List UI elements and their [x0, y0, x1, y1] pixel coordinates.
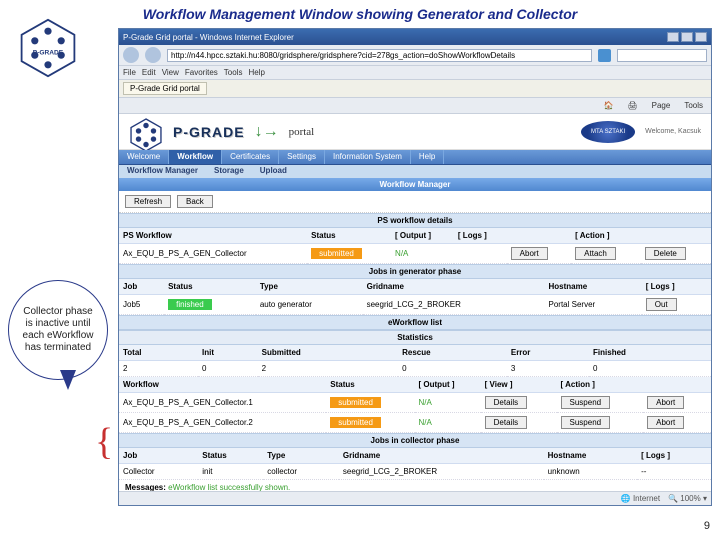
portal-tabs: Welcome Workflow Certificates Settings I…: [119, 150, 711, 165]
ps-workflow-table: PS WorkflowStatus[ Output ][ Logs ][ Act…: [119, 228, 711, 264]
tab-welcome[interactable]: Welcome: [119, 150, 169, 164]
abort-button[interactable]: Abort: [511, 247, 548, 260]
abort-button[interactable]: Abort: [647, 416, 684, 429]
brand-text: P-GRADE: [173, 124, 245, 140]
menu-favorites[interactable]: Favorites: [185, 68, 218, 77]
col-phase-header: Jobs in collector phase: [119, 433, 711, 448]
browser-tabbar: P-Grade Grid portal: [119, 80, 711, 98]
welcome-text: Welcome, Kacsuk: [645, 128, 701, 135]
back-nav-icon[interactable]: [123, 47, 139, 63]
page-number: 9: [704, 520, 710, 532]
slide-title: Workflow Management Window showing Gener…: [0, 0, 720, 26]
details-button[interactable]: Details: [485, 396, 527, 409]
status-badge: finished: [168, 299, 212, 310]
browser-toolbar: 🏠 🖨 Page Tools: [119, 98, 711, 114]
table-row: Ax_EQU_B_PS_A_GEN_Collector submitted N/…: [119, 244, 711, 264]
gen-phase-header: Jobs in generator phase: [119, 264, 711, 279]
messages-row: Messages: eWorkflow list successfully sh…: [119, 480, 711, 491]
menu-file[interactable]: File: [123, 68, 136, 77]
stats-header: Statistics: [119, 330, 711, 345]
generator-table: JobStatusTypeGridnameHostname[ Logs ] Jo…: [119, 279, 711, 315]
search-box[interactable]: [617, 49, 707, 62]
ps-details-header: PS workflow details: [119, 213, 711, 228]
menu-edit[interactable]: Edit: [142, 68, 156, 77]
portal-header: P-GRADE ↓→ portal MTA SZTAKI Welcome, Ka…: [119, 114, 711, 150]
menu-view[interactable]: View: [162, 68, 179, 77]
print-icon[interactable]: 🖨: [623, 100, 641, 111]
forward-nav-icon[interactable]: [145, 47, 161, 63]
menu-bar: File Edit View Favorites Tools Help: [119, 66, 711, 80]
menu-help[interactable]: Help: [248, 68, 264, 77]
tab-workflow[interactable]: Workflow: [169, 150, 222, 164]
go-button[interactable]: [598, 49, 611, 62]
suspend-button[interactable]: Suspend: [561, 396, 611, 409]
table-row: 202030: [119, 361, 711, 377]
tab-help[interactable]: Help: [411, 150, 444, 164]
delete-button[interactable]: Delete: [645, 247, 686, 260]
out-button[interactable]: Out: [646, 298, 677, 311]
tool-tools[interactable]: Tools: [680, 100, 707, 111]
annotation-bubble: Collector phase is inactive until each e…: [8, 280, 108, 380]
details-button[interactable]: Details: [485, 416, 527, 429]
refresh-button[interactable]: Refresh: [125, 195, 171, 208]
svg-text:P-GRADE: P-GRADE: [33, 50, 64, 57]
collector-table: JobStatusTypeGridnameHostname[ Logs ] Co…: [119, 448, 711, 480]
table-row: Ax_EQU_B_PS_A_GEN_Collector.2 submitted …: [119, 413, 711, 433]
minimize-button[interactable]: [667, 32, 679, 42]
annotation-brace: {: [95, 420, 113, 464]
window-title: P-Grade Grid portal - Windows Internet E…: [123, 33, 294, 42]
subtab-storage[interactable]: Storage: [206, 165, 252, 178]
browser-statusbar: 🌐 Internet 🔍 100% ▾: [119, 491, 711, 505]
subtab-upload[interactable]: Upload: [252, 165, 295, 178]
menu-tools[interactable]: Tools: [224, 68, 243, 77]
zone-label: 🌐 Internet: [621, 494, 660, 503]
home-icon[interactable]: 🏠: [600, 100, 618, 111]
pgrade-logo-badge: P-GRADE: [18, 18, 78, 78]
brand-arrow-icon: ↓→: [255, 123, 279, 141]
back-button[interactable]: Back: [177, 195, 213, 208]
status-badge: submitted: [311, 248, 362, 259]
workflow-manager-title: Workflow Manager: [119, 178, 711, 191]
close-button[interactable]: [695, 32, 707, 42]
zoom-label: 🔍 100% ▾: [668, 494, 707, 503]
content-area: Refresh Back PS workflow details PS Work…: [119, 191, 711, 491]
pgrade-mini-logo: [129, 118, 163, 146]
tab-settings[interactable]: Settings: [279, 150, 325, 164]
window-titlebar: P-Grade Grid portal - Windows Internet E…: [119, 29, 711, 45]
tool-page[interactable]: Page: [648, 100, 675, 111]
workflow-list-table: WorkflowStatus[ Output ][ View ][ Action…: [119, 377, 711, 433]
status-badge: submitted: [330, 417, 381, 428]
suspend-button[interactable]: Suspend: [561, 416, 611, 429]
abort-button[interactable]: Abort: [647, 396, 684, 409]
table-row: Ax_EQU_B_PS_A_GEN_Collector.1 submitted …: [119, 393, 711, 413]
maximize-button[interactable]: [681, 32, 693, 42]
table-row: Job5 finished auto generatorseegrid_LCG_…: [119, 295, 711, 315]
sztaki-logo: MTA SZTAKI: [581, 121, 635, 143]
annotation-tail: [60, 370, 76, 390]
url-input[interactable]: [167, 49, 592, 62]
brand-sub: portal: [289, 126, 315, 138]
browser-tab[interactable]: P-Grade Grid portal: [123, 82, 207, 95]
attach-button[interactable]: Attach: [575, 247, 616, 260]
browser-window: P-Grade Grid portal - Windows Internet E…: [118, 28, 712, 506]
tab-certificates[interactable]: Certificates: [222, 150, 279, 164]
address-bar: [119, 45, 711, 66]
ew-list-header: eWorkflow list: [119, 315, 711, 330]
status-badge: submitted: [330, 397, 381, 408]
stats-table: TotalInitSubmittedRescueErrorFinished 20…: [119, 345, 711, 377]
tab-info-system[interactable]: Information System: [325, 150, 411, 164]
table-row: Collectorinitcollectorseegrid_LCG_2_BROK…: [119, 464, 711, 480]
portal-subtabs: Workflow Manager Storage Upload: [119, 165, 711, 178]
subtab-workflow-manager[interactable]: Workflow Manager: [119, 165, 206, 178]
